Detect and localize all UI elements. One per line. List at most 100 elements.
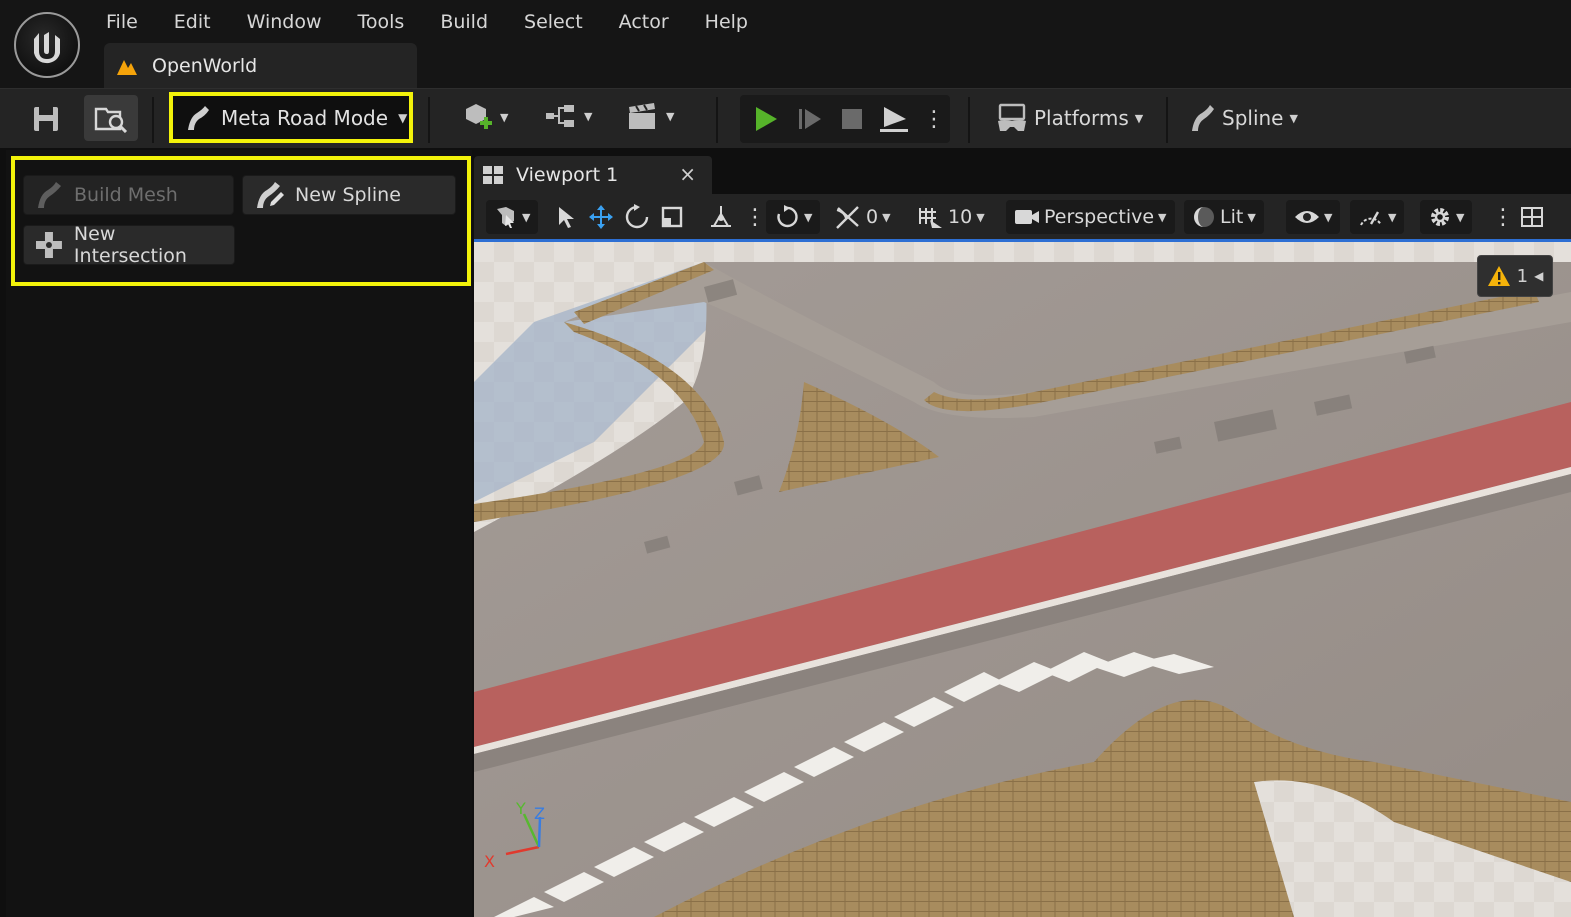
menu-actor[interactable]: Actor xyxy=(601,0,687,44)
menu-tools[interactable]: Tools xyxy=(340,0,423,44)
toolbar-separator xyxy=(716,97,718,143)
viewport-tab[interactable]: Viewport 1 × xyxy=(474,156,712,194)
cinematics-dropdown[interactable]: ▼ xyxy=(626,101,674,131)
viewport-layout-icon xyxy=(483,166,503,184)
perspective-dropdown[interactable]: Perspective ▼ xyxy=(1006,200,1175,234)
meta-road-mode-dropdown[interactable]: Meta Road Mode ▼ xyxy=(169,92,413,143)
rotation-snap-value: 0 xyxy=(866,206,879,228)
close-icon[interactable]: × xyxy=(679,162,696,186)
spline-label: Spline xyxy=(1222,106,1284,130)
performance-dropdown[interactable]: ▼ xyxy=(1350,200,1405,234)
surface-snap-icon xyxy=(711,206,731,227)
build-mesh-label: Build Mesh xyxy=(74,184,178,206)
rotate-icon xyxy=(625,204,649,229)
new-intersection-label: New Intersection xyxy=(73,223,187,267)
transform-options-kebab-icon[interactable]: ⋮ xyxy=(744,200,766,234)
play-options-kebab-icon[interactable]: ⋮ xyxy=(920,101,948,137)
chevron-down-icon: ▼ xyxy=(1247,210,1256,224)
eye-icon xyxy=(1295,211,1319,223)
new-spline-button[interactable]: New Spline xyxy=(242,175,456,215)
grid-snap-dropdown[interactable]: 10 ▼ xyxy=(916,200,985,234)
menu-help[interactable]: Help xyxy=(687,0,766,44)
stop-button[interactable] xyxy=(832,101,872,137)
main-menu: File Edit Window Tools Build Select Acto… xyxy=(88,0,766,44)
chevron-down-icon: ▼ xyxy=(522,210,531,224)
road-spline-icon xyxy=(38,182,61,208)
selection-mode-dropdown[interactable]: ▼ xyxy=(486,200,539,234)
warning-indicator[interactable]: 1 ◀ xyxy=(1477,255,1553,297)
add-actor-dropdown[interactable]: ▼ xyxy=(462,101,508,133)
menu-select[interactable]: Select xyxy=(506,0,601,44)
lighting-label: Lit xyxy=(1220,206,1244,228)
show-flags-dropdown[interactable]: ▼ xyxy=(1286,200,1341,234)
platforms-label: Platforms xyxy=(1034,106,1129,130)
move-arrows-icon xyxy=(589,205,613,229)
chevron-down-icon: ▼ xyxy=(666,109,675,123)
surface-snapping-button[interactable] xyxy=(708,200,734,234)
menu-window[interactable]: Window xyxy=(229,0,340,44)
save-icon xyxy=(34,107,58,131)
chevron-down-icon: ▼ xyxy=(500,110,509,124)
viewport-layout-button[interactable] xyxy=(1520,200,1544,234)
toolbar-separator xyxy=(968,97,970,143)
chevron-down-icon: ▼ xyxy=(976,210,985,224)
road-mode-icon xyxy=(188,105,209,130)
rotation-snap-dropdown[interactable]: 0 ▼ xyxy=(834,200,891,234)
toolbar-separator xyxy=(1166,97,1168,143)
world-space-icon xyxy=(777,205,798,228)
scale-tool-button[interactable] xyxy=(660,200,684,234)
platforms-icon xyxy=(998,103,1026,131)
eject-button[interactable] xyxy=(874,101,914,137)
angle-snap-icon xyxy=(836,206,859,229)
spline-dropdown[interactable]: Spline ▼ xyxy=(1188,103,1298,133)
translate-tool-button[interactable] xyxy=(588,200,614,234)
viewport-toolbar: ▼ ⋮ ▼ 0 ▼ 10 ▼ Perspective ▼ Lit ▼ ▼ ▼ ▼… xyxy=(474,194,1571,242)
unreal-logo-icon[interactable] xyxy=(14,12,80,78)
blueprint-dropdown[interactable]: ▼ xyxy=(544,101,592,131)
axis-x-label: X xyxy=(484,852,495,871)
menu-edit[interactable]: Edit xyxy=(156,0,229,44)
advance-frame-button[interactable] xyxy=(790,101,830,137)
build-mesh-button[interactable]: Build Mesh xyxy=(23,175,234,215)
toolbar-separator xyxy=(428,97,430,143)
folder-search-icon xyxy=(94,107,128,133)
viewport-settings-dropdown[interactable]: ▼ xyxy=(1420,200,1473,234)
axis-z-label: Z xyxy=(534,804,545,823)
save-button[interactable] xyxy=(26,99,66,139)
blueprint-icon xyxy=(546,105,574,127)
menu-file[interactable]: File xyxy=(88,0,156,44)
menu-build[interactable]: Build xyxy=(422,0,506,44)
content-browser-button[interactable] xyxy=(84,95,138,141)
viewport-scene[interactable]: X Y Z xyxy=(474,242,1571,917)
clapperboard-icon xyxy=(629,103,655,129)
new-spline-label: New Spline xyxy=(295,184,401,206)
chevron-down-icon: ▼ xyxy=(1289,111,1298,125)
play-button[interactable] xyxy=(746,101,786,137)
new-intersection-button[interactable]: New Intersection xyxy=(23,223,235,267)
rotate-tool-button[interactable] xyxy=(624,200,650,234)
intersection-icon xyxy=(35,232,62,258)
viewport-options-kebab-icon[interactable]: ⋮ xyxy=(1492,200,1514,234)
chevron-down-icon: ▼ xyxy=(398,110,408,125)
chevron-down-icon: ▼ xyxy=(882,210,891,224)
level-tab-openworld[interactable]: OpenWorld xyxy=(104,43,417,88)
lighting-mode-dropdown[interactable]: Lit ▼ xyxy=(1184,200,1264,234)
gear-icon xyxy=(1431,208,1449,226)
play-icon xyxy=(756,107,777,131)
camera-icon xyxy=(1015,210,1039,224)
coordinate-space-dropdown[interactable]: ▼ xyxy=(766,200,821,234)
warning-count: 1 xyxy=(1516,265,1529,287)
title-bar: File Edit Window Tools Build Select Acto… xyxy=(0,0,1571,88)
chevron-down-icon: ▼ xyxy=(804,210,813,224)
stop-icon xyxy=(842,109,862,129)
toolbar-separator xyxy=(152,97,154,143)
add-actor-icon xyxy=(466,104,492,129)
road-scene-render: X Y Z xyxy=(474,242,1571,917)
chevron-down-icon: ▼ xyxy=(1456,210,1465,224)
platforms-dropdown[interactable]: Platforms ▼ xyxy=(996,103,1143,133)
mode-label: Meta Road Mode xyxy=(221,105,389,130)
skip-frame-icon xyxy=(799,109,821,129)
new-spline-icon xyxy=(257,182,284,208)
select-tool-button[interactable] xyxy=(556,200,576,234)
grid-snap-icon xyxy=(919,208,942,228)
